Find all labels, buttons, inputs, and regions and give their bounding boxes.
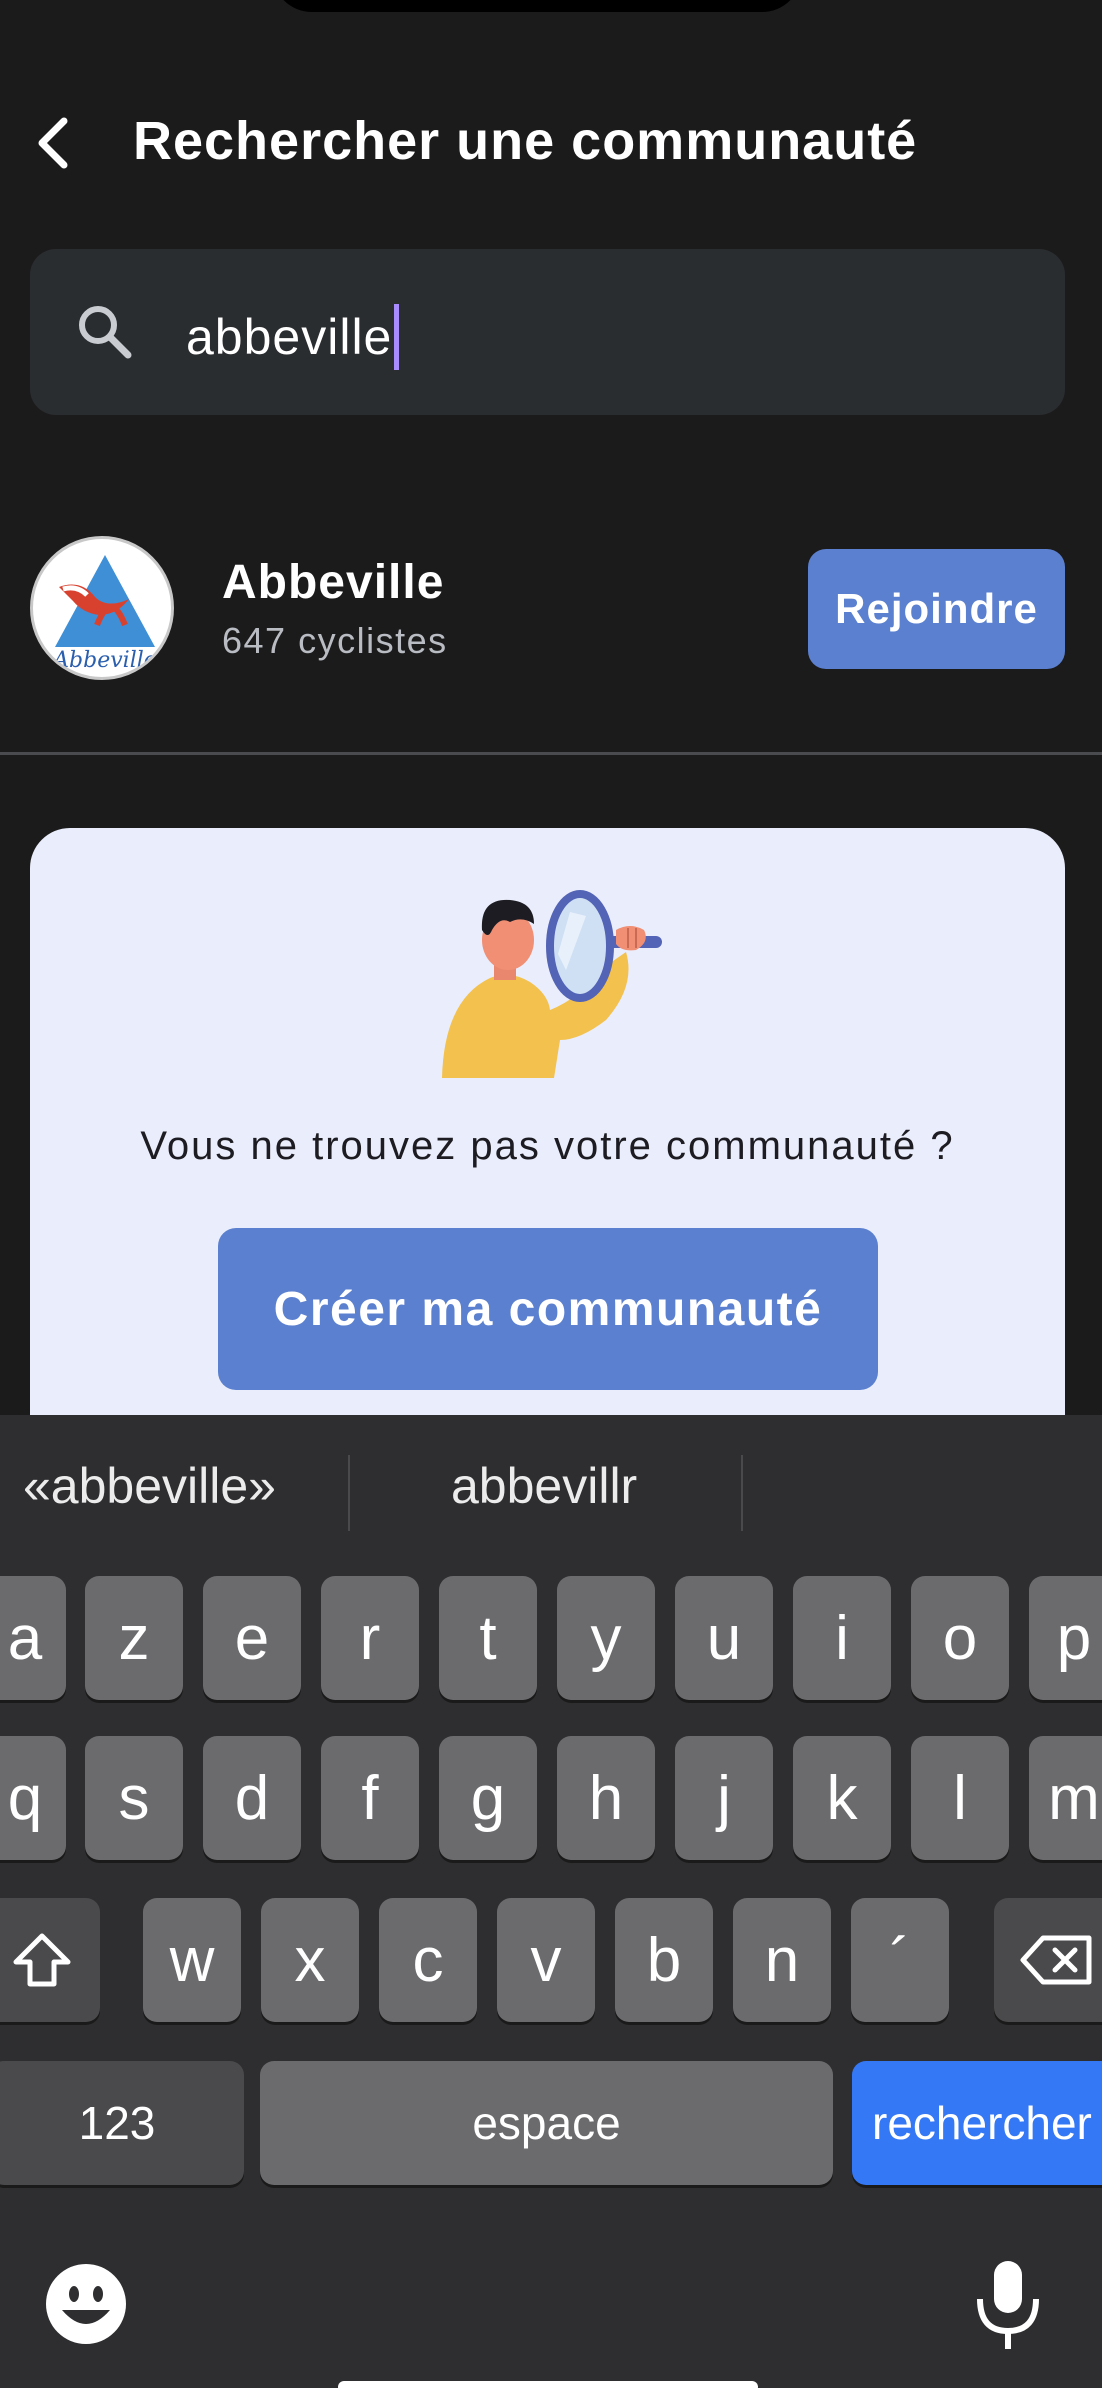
text-caret xyxy=(394,304,400,370)
suggestion-separator xyxy=(348,1455,350,1531)
key-a[interactable]: a xyxy=(0,1576,66,1700)
key-m[interactable]: m xyxy=(1029,1736,1102,1860)
create-community-card: Vous ne trouvez pas votre communauté ? C… xyxy=(30,828,1065,1468)
key-g[interactable]: g xyxy=(439,1736,537,1860)
key-b[interactable]: b xyxy=(615,1898,713,2022)
divider xyxy=(0,752,1102,755)
community-name: Abbeville xyxy=(222,556,445,609)
search-input-value: abbeville xyxy=(186,309,393,365)
key-l[interactable]: l xyxy=(911,1736,1009,1860)
key-t[interactable]: t xyxy=(439,1576,537,1700)
key-e[interactable]: e xyxy=(203,1576,301,1700)
key-u[interactable]: u xyxy=(675,1576,773,1700)
search-return-key[interactable]: rechercher xyxy=(852,2061,1102,2185)
microphone-icon[interactable] xyxy=(968,2255,1048,2355)
shift-icon xyxy=(13,1933,71,1987)
keyboard-suggestions: «abbeville» abbevillr xyxy=(0,1415,1102,1565)
key-x[interactable]: x xyxy=(261,1898,359,2022)
person-with-magnifier-illustration xyxy=(442,890,662,1078)
community-result-row[interactable]: Abbeville Abbeville 647 cyclistes Rejoin… xyxy=(0,520,1102,750)
home-indicator[interactable] xyxy=(338,2381,758,2388)
backspace-icon xyxy=(1020,1935,1091,1985)
key-k[interactable]: k xyxy=(793,1736,891,1860)
search-input[interactable]: abbeville xyxy=(186,304,400,370)
suggestion-item[interactable]: abbevillr xyxy=(451,1457,637,1515)
key-o[interactable]: o xyxy=(911,1576,1009,1700)
community-member-count: 647 cyclistes xyxy=(222,620,448,661)
key-c[interactable]: c xyxy=(379,1898,477,2022)
abbeville-logo-icon: Abbeville xyxy=(51,555,157,673)
suggestion-item[interactable]: «abbeville» xyxy=(23,1457,276,1515)
shift-key[interactable] xyxy=(0,1898,100,2022)
key-v[interactable]: v xyxy=(497,1898,595,2022)
numbers-key[interactable]: 123 xyxy=(0,2061,244,2185)
suggestion-separator xyxy=(741,1455,743,1531)
key-s[interactable]: s xyxy=(85,1736,183,1860)
join-button[interactable]: Rejoindre xyxy=(808,549,1065,669)
device-notch xyxy=(272,0,802,12)
key-w[interactable]: w xyxy=(143,1898,241,2022)
backspace-key[interactable] xyxy=(994,1898,1102,2022)
emoji-icon[interactable] xyxy=(44,2262,128,2346)
search-icon xyxy=(79,306,132,359)
key-accent[interactable]: ´ xyxy=(851,1898,949,2022)
key-r[interactable]: r xyxy=(321,1576,419,1700)
space-key[interactable]: espace xyxy=(260,2061,833,2185)
back-button[interactable] xyxy=(24,108,84,178)
key-i[interactable]: i xyxy=(793,1576,891,1700)
logo-text: Abbeville xyxy=(51,648,157,673)
key-z[interactable]: z xyxy=(85,1576,183,1700)
key-n[interactable]: n xyxy=(733,1898,831,2022)
key-j[interactable]: j xyxy=(675,1736,773,1860)
create-community-button[interactable]: Créer ma communauté xyxy=(218,1228,878,1390)
key-q[interactable]: q xyxy=(0,1736,66,1860)
screen: Rechercher une communauté abbeville Abbe… xyxy=(0,0,1102,2388)
page-title: Rechercher une communauté xyxy=(133,111,918,171)
key-d[interactable]: d xyxy=(203,1736,301,1860)
community-logo: Abbeville xyxy=(30,536,174,680)
not-found-message: Vous ne trouvez pas votre communauté ? xyxy=(140,1124,955,1168)
key-f[interactable]: f xyxy=(321,1736,419,1860)
chevron-left-icon xyxy=(38,117,68,169)
on-screen-keyboard: «abbeville» abbevillr a z e r t y u i o … xyxy=(0,1415,1102,2388)
key-p[interactable]: p xyxy=(1029,1576,1102,1700)
key-h[interactable]: h xyxy=(557,1736,655,1860)
key-y[interactable]: y xyxy=(557,1576,655,1700)
